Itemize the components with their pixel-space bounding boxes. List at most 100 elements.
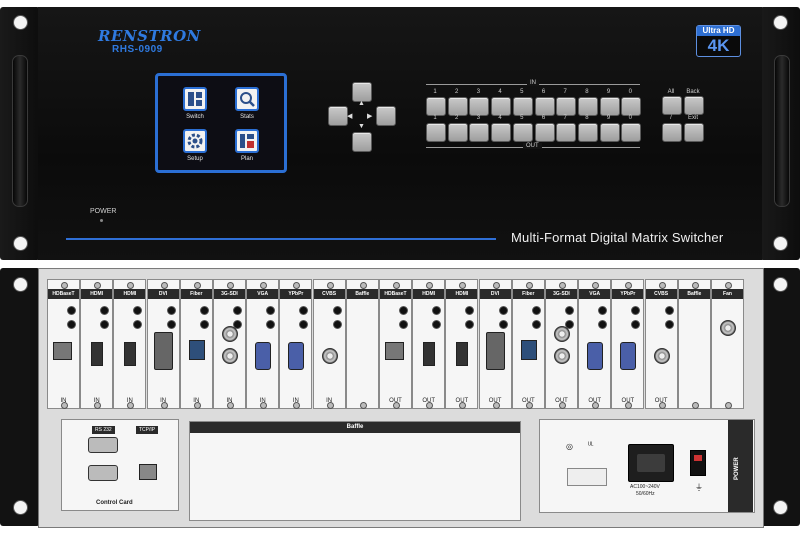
card-name: Fiber bbox=[512, 289, 544, 299]
audio-jack[interactable] bbox=[233, 306, 242, 315]
menu-setup-label: Setup bbox=[187, 156, 203, 162]
rack-handle-right[interactable] bbox=[774, 55, 790, 207]
audio-jack[interactable] bbox=[67, 320, 76, 329]
audio-jack[interactable] bbox=[465, 306, 475, 315]
ypbpr-port[interactable] bbox=[620, 342, 637, 370]
audio-jack[interactable] bbox=[664, 306, 674, 315]
audio-jack[interactable] bbox=[432, 306, 442, 315]
left-button[interactable] bbox=[328, 106, 348, 126]
audio-jack[interactable] bbox=[299, 320, 309, 329]
hdmi-port[interactable] bbox=[456, 342, 469, 366]
in-key-7[interactable] bbox=[556, 97, 577, 116]
out-key-0[interactable] bbox=[621, 123, 642, 142]
audio-jack[interactable] bbox=[133, 320, 143, 329]
audio-jack[interactable] bbox=[166, 306, 176, 315]
bnc-connector[interactable] bbox=[653, 348, 670, 364]
in-key-0[interactable] bbox=[621, 97, 642, 116]
hdmi-port[interactable] bbox=[423, 342, 436, 366]
bnc-connector[interactable] bbox=[554, 348, 570, 364]
audio-jack[interactable] bbox=[598, 320, 608, 329]
ac-power-inlet[interactable] bbox=[628, 444, 674, 482]
back-button[interactable] bbox=[684, 96, 704, 115]
audio-jack[interactable] bbox=[465, 320, 475, 329]
exit-button[interactable] bbox=[684, 123, 704, 142]
rack-handle-left[interactable] bbox=[12, 55, 28, 207]
rj45-port[interactable] bbox=[53, 342, 72, 360]
down-button[interactable] bbox=[352, 132, 372, 152]
ypbpr-port[interactable] bbox=[288, 342, 305, 370]
card-name: HDBaseT bbox=[48, 289, 79, 299]
audio-jack[interactable] bbox=[166, 320, 176, 329]
audio-jack[interactable] bbox=[332, 306, 342, 315]
all-button[interactable] bbox=[662, 96, 682, 115]
ethernet-port[interactable] bbox=[139, 464, 157, 480]
power-switch[interactable] bbox=[690, 450, 706, 476]
menu-switch[interactable]: Switch bbox=[172, 87, 218, 120]
out-key-5[interactable] bbox=[512, 123, 533, 142]
audio-jack[interactable] bbox=[199, 306, 209, 315]
in-key-2[interactable] bbox=[447, 97, 468, 116]
up-button[interactable] bbox=[352, 82, 372, 102]
audio-jack[interactable] bbox=[498, 320, 508, 329]
audio-jack[interactable] bbox=[531, 306, 541, 315]
rs232-port-1[interactable] bbox=[88, 437, 118, 453]
audio-jack[interactable] bbox=[631, 306, 641, 315]
out-key-label: 0 bbox=[628, 115, 632, 121]
vga-port[interactable] bbox=[587, 342, 604, 370]
out-key-6[interactable] bbox=[534, 123, 555, 142]
audio-jack[interactable] bbox=[399, 320, 408, 329]
audio-jack[interactable] bbox=[498, 306, 508, 315]
bnc-connector[interactable] bbox=[222, 348, 238, 364]
out-key-3[interactable] bbox=[469, 123, 490, 142]
menu-plan[interactable]: Plan bbox=[224, 129, 270, 162]
audio-jack[interactable] bbox=[332, 320, 342, 329]
bnc-connector[interactable] bbox=[321, 348, 338, 364]
audio-jack[interactable] bbox=[266, 320, 276, 329]
audio-jack[interactable] bbox=[631, 320, 641, 329]
hdmi-port[interactable] bbox=[124, 342, 137, 366]
fiber-port[interactable] bbox=[188, 340, 205, 360]
audio-jack[interactable] bbox=[67, 306, 76, 315]
bnc-connector[interactable] bbox=[554, 326, 570, 342]
touch-screen[interactable]: Switch Stats Setup Plan bbox=[155, 73, 287, 173]
in-key-3[interactable] bbox=[469, 97, 490, 116]
audio-jack[interactable] bbox=[100, 320, 110, 329]
menu-stats[interactable]: Stats bbox=[224, 87, 270, 120]
right-button[interactable] bbox=[376, 106, 396, 126]
out-key-1[interactable] bbox=[426, 123, 446, 142]
audio-jack[interactable] bbox=[399, 306, 408, 315]
audio-jack[interactable] bbox=[199, 320, 209, 329]
out-key-2[interactable] bbox=[447, 123, 468, 142]
dvi-port[interactable] bbox=[153, 332, 173, 370]
in-key-4[interactable] bbox=[491, 97, 512, 116]
out-key-4[interactable] bbox=[491, 123, 512, 142]
menu-setup[interactable]: Setup bbox=[172, 129, 218, 162]
rear-ear-right bbox=[760, 268, 800, 526]
rs232-port-2[interactable] bbox=[88, 465, 118, 481]
out-key-8[interactable] bbox=[577, 123, 598, 142]
audio-jack[interactable] bbox=[133, 306, 143, 315]
vga-port[interactable] bbox=[255, 342, 272, 370]
in-key-8[interactable] bbox=[577, 97, 598, 116]
audio-jack[interactable] bbox=[664, 320, 674, 329]
audio-jack[interactable] bbox=[266, 306, 276, 315]
in-key-6[interactable] bbox=[534, 97, 555, 116]
fiber-port[interactable] bbox=[520, 340, 537, 360]
in-key-5[interactable] bbox=[512, 97, 533, 116]
out-key-9[interactable] bbox=[599, 123, 620, 142]
audio-jack[interactable] bbox=[531, 320, 541, 329]
audio-jack[interactable] bbox=[565, 306, 574, 315]
audio-jack[interactable] bbox=[100, 306, 110, 315]
ul-mark-icon: ᵁᴸ bbox=[588, 442, 594, 449]
bnc-connector[interactable] bbox=[222, 326, 238, 342]
in-key-9[interactable] bbox=[599, 97, 620, 116]
rj45-port[interactable] bbox=[385, 342, 404, 360]
hdmi-port[interactable] bbox=[91, 342, 104, 366]
audio-jack[interactable] bbox=[299, 306, 309, 315]
in-key-1[interactable] bbox=[426, 97, 446, 116]
slash-button[interactable] bbox=[662, 123, 682, 142]
out-key-7[interactable] bbox=[556, 123, 577, 142]
audio-jack[interactable] bbox=[432, 320, 442, 329]
dvi-port[interactable] bbox=[485, 332, 505, 370]
audio-jack[interactable] bbox=[598, 306, 608, 315]
